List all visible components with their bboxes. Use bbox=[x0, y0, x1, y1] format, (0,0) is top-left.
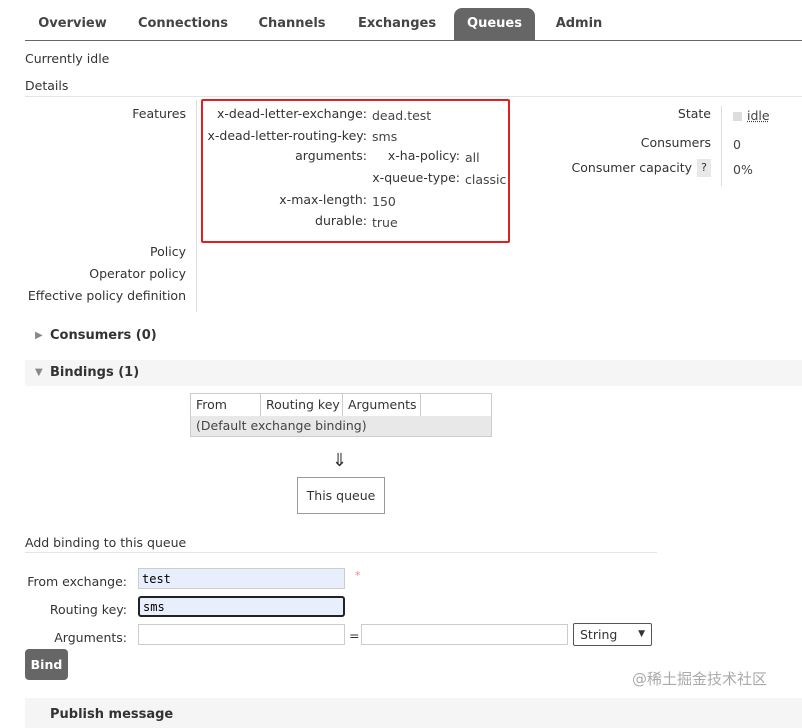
help-icon[interactable]: ? bbox=[697, 159, 711, 177]
divider bbox=[25, 552, 657, 553]
status-text: Currently idle bbox=[25, 51, 110, 66]
feature-key: x-dead-letter-routing-key: bbox=[207, 128, 367, 143]
consumers-section-header[interactable]: ▶ Consumers (0) bbox=[25, 323, 802, 349]
operator-policy-label: Operator policy bbox=[89, 266, 186, 281]
divider bbox=[196, 100, 197, 312]
argument-value-input[interactable] bbox=[361, 624, 568, 645]
arguments-label: Arguments: bbox=[54, 630, 127, 645]
section-title: Bindings (1) bbox=[50, 365, 140, 380]
from-exchange-input[interactable] bbox=[138, 568, 345, 589]
feature-value: 150 bbox=[372, 194, 396, 209]
consumers-value: 0 bbox=[733, 137, 741, 152]
tab-connections[interactable]: Connections bbox=[128, 8, 238, 40]
consumer-capacity-label: Consumer capacity bbox=[571, 160, 692, 175]
state-label: State bbox=[677, 106, 711, 121]
feature-value: true bbox=[372, 215, 398, 230]
routing-key-input[interactable] bbox=[138, 596, 345, 617]
feature-key: arguments: bbox=[295, 148, 367, 163]
state-indicator-icon bbox=[733, 112, 742, 121]
section-title: Publish message bbox=[50, 707, 174, 722]
watermark: @稀土掘金技术社区 bbox=[632, 670, 768, 688]
feature-key: x-queue-type: bbox=[372, 170, 460, 185]
bindings-table: From Routing key Arguments (Default exch… bbox=[190, 393, 492, 437]
section-title: Consumers (0) bbox=[50, 328, 157, 343]
tab-exchanges[interactable]: Exchanges bbox=[348, 8, 446, 40]
column-header bbox=[421, 394, 492, 416]
features-label: Features bbox=[132, 106, 186, 121]
column-header: Routing key bbox=[260, 393, 343, 416]
consumers-label: Consumers bbox=[640, 135, 711, 150]
bindings-section-header[interactable]: ▼ Bindings (1) bbox=[25, 360, 802, 386]
feature-value: dead.test bbox=[372, 108, 432, 123]
divider bbox=[721, 106, 722, 186]
consumer-capacity-value: 0% bbox=[733, 162, 753, 177]
add-binding-heading: Add binding to this queue bbox=[25, 535, 187, 550]
column-header: From bbox=[190, 393, 261, 416]
bind-button[interactable]: Bind bbox=[25, 649, 68, 680]
selected-type: String bbox=[580, 627, 618, 642]
details-heading: Details bbox=[25, 78, 69, 93]
down-arrow-icon: ⇓ bbox=[332, 450, 348, 471]
divider bbox=[25, 96, 802, 97]
table-row: (Default exchange binding) bbox=[190, 415, 492, 437]
tab-admin[interactable]: Admin bbox=[545, 8, 613, 40]
feature-key: x-dead-letter-exchange: bbox=[216, 106, 367, 121]
tab-divider bbox=[25, 40, 802, 41]
policy-label: Policy bbox=[150, 244, 186, 259]
chevron-down-icon: ▼ bbox=[638, 629, 645, 639]
state-value: idle bbox=[747, 108, 770, 123]
tab-queues[interactable]: Queues bbox=[454, 8, 535, 40]
default-binding-cell: (Default exchange binding) bbox=[196, 418, 367, 434]
expand-icon: ▶ bbox=[35, 330, 43, 341]
feature-value: all bbox=[465, 150, 480, 165]
feature-key: durable: bbox=[315, 213, 367, 228]
argument-type-select[interactable]: String ▼ bbox=[573, 623, 652, 646]
effective-policy-label: Effective policy definition bbox=[27, 288, 186, 303]
feature-key: x-max-length: bbox=[279, 192, 367, 207]
feature-key: x-ha-policy: bbox=[387, 148, 460, 163]
column-header: Arguments bbox=[342, 393, 421, 416]
feature-value: classic bbox=[465, 172, 507, 187]
this-queue-box: This queue bbox=[297, 477, 385, 514]
required-marker: * bbox=[355, 569, 361, 582]
feature-value: sms bbox=[372, 129, 398, 144]
from-exchange-label: From exchange: bbox=[27, 574, 127, 589]
equals-sign: = bbox=[349, 628, 360, 643]
tab-overview[interactable]: Overview bbox=[25, 8, 120, 40]
publish-section-header[interactable]: Publish message bbox=[25, 698, 802, 728]
tab-channels[interactable]: Channels bbox=[248, 8, 336, 40]
collapse-icon: ▼ bbox=[35, 367, 43, 378]
routing-key-label: Routing key: bbox=[49, 602, 127, 617]
argument-key-input[interactable] bbox=[138, 624, 345, 645]
